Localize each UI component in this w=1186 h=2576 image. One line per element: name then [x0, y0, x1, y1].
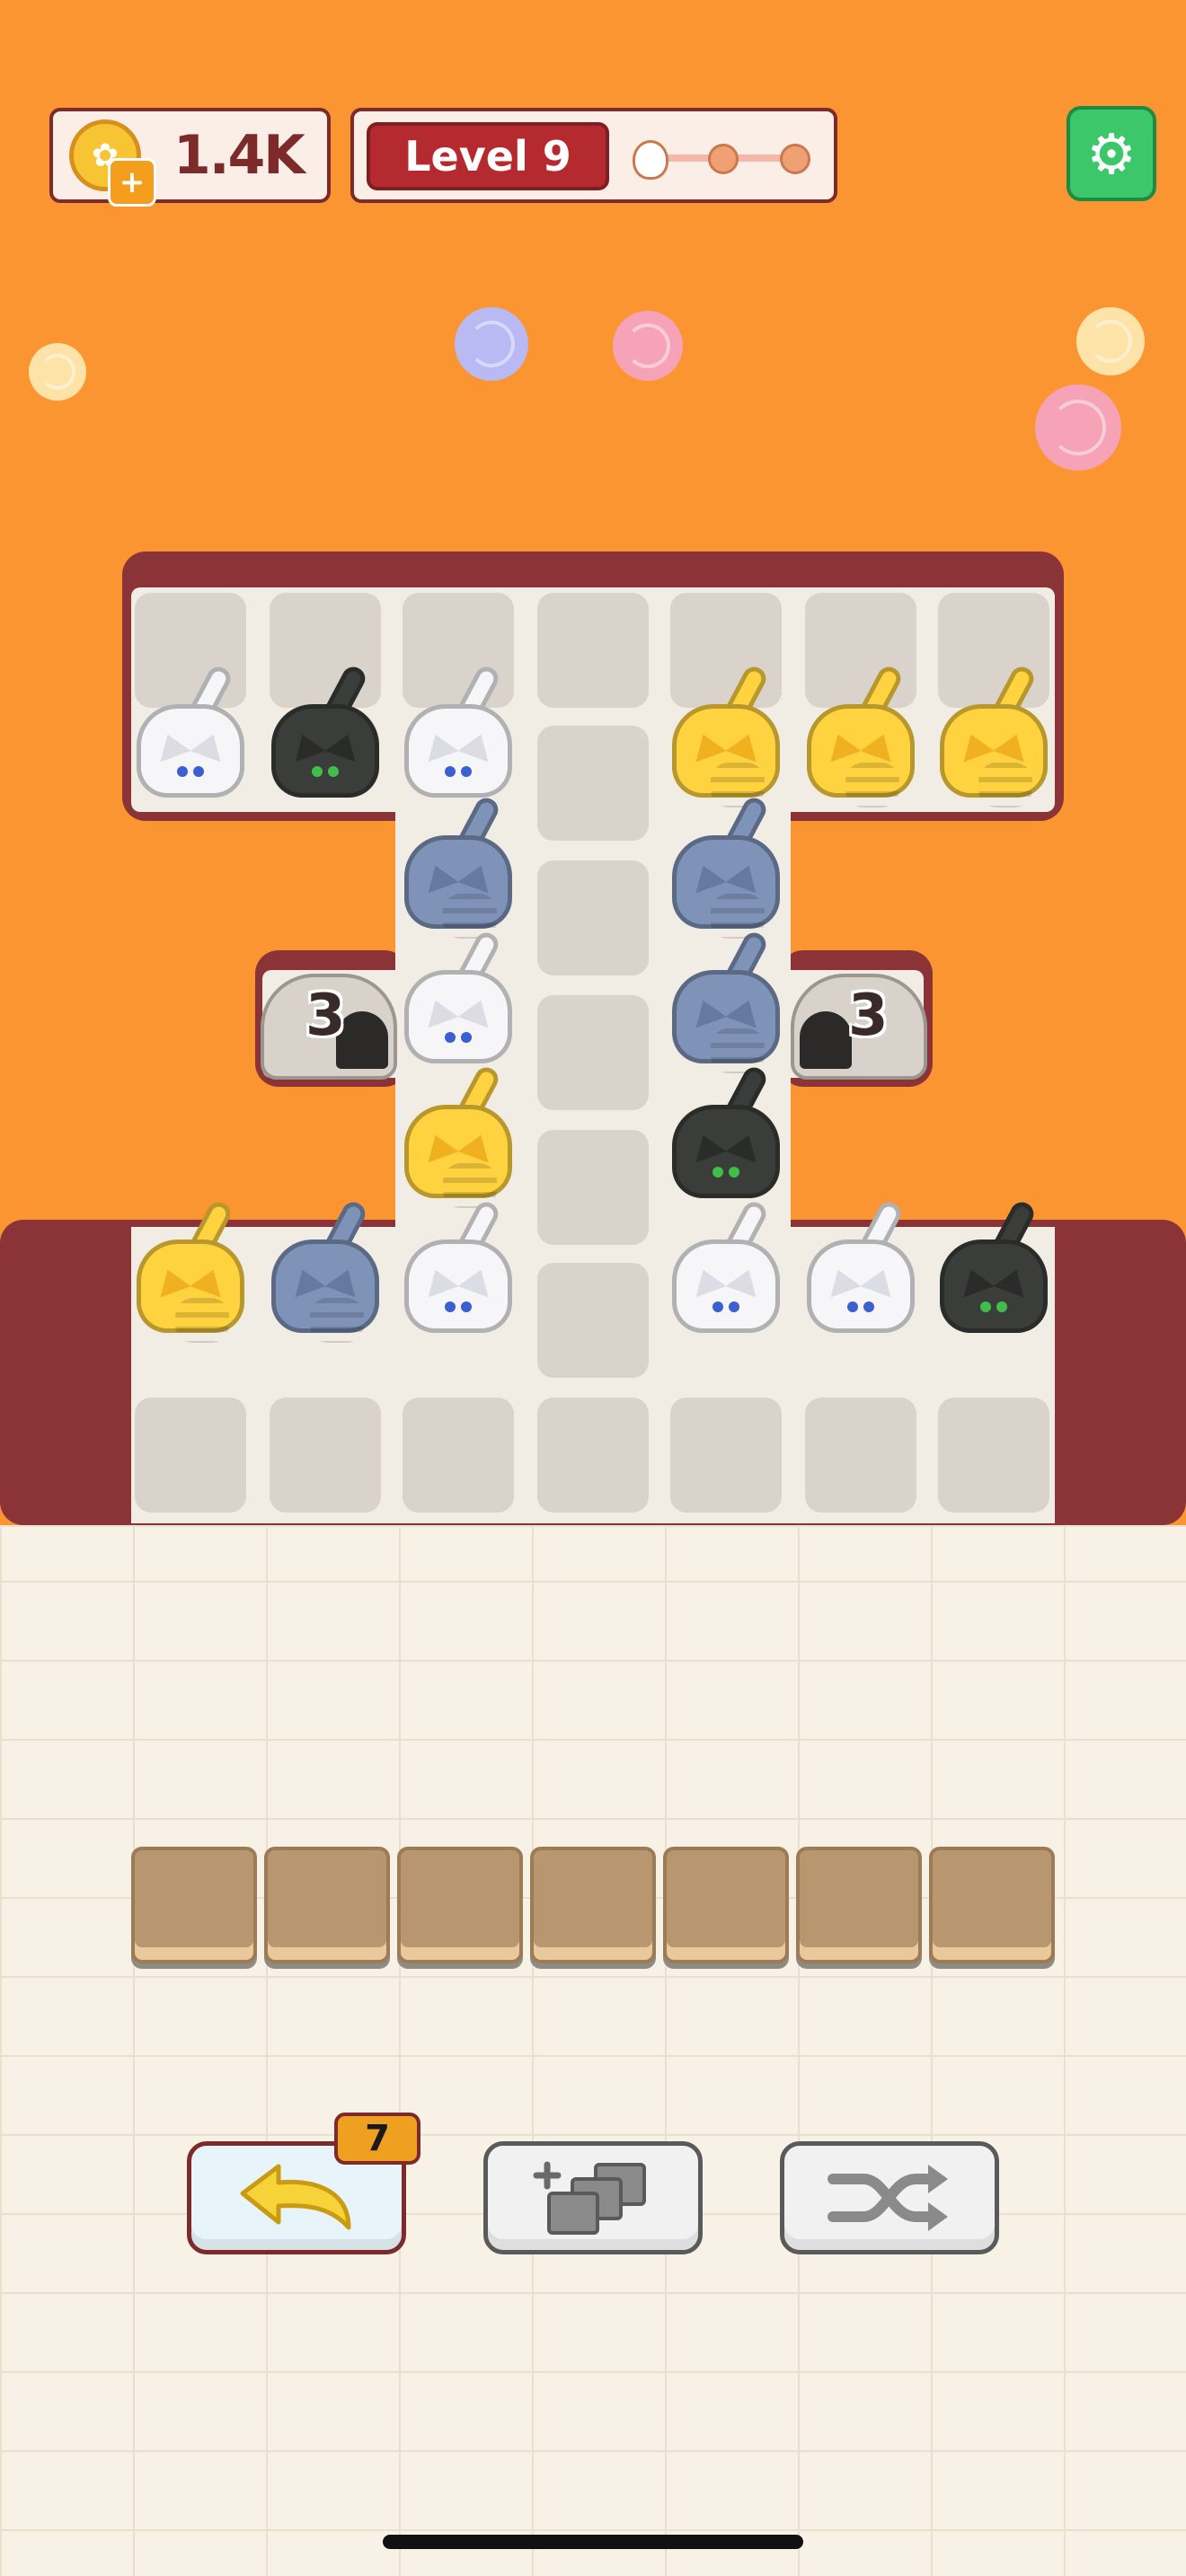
yarn-ball-icon [1035, 384, 1121, 471]
cat-hole-left: 3 [261, 974, 397, 1080]
tray-slot [663, 1847, 789, 1963]
grid-cell [537, 995, 649, 1110]
cat-orange[interactable] [129, 1197, 252, 1343]
cat-orange[interactable] [665, 662, 787, 807]
cat-orange[interactable] [933, 662, 1055, 807]
add-slot-button[interactable] [483, 2141, 703, 2254]
shuffle-icon [828, 2165, 948, 2231]
tray-slot [131, 1847, 257, 1963]
coin-amount: 1.4K [173, 124, 305, 187]
add-coins-button[interactable]: + [108, 158, 156, 207]
grid-cell [537, 726, 649, 841]
grid-cell [670, 1398, 782, 1513]
cat-white[interactable] [397, 1197, 519, 1335]
paw-coin-icon: ✿ + [69, 119, 156, 207]
level-progress [633, 140, 812, 180]
yarn-ball-icon [455, 307, 528, 381]
cat-orange[interactable] [800, 662, 922, 807]
yarn-ball-icon [29, 343, 86, 401]
cat-blue[interactable] [397, 793, 519, 939]
grid-cell [537, 593, 649, 708]
gear-icon: ⚙ [1086, 120, 1137, 187]
board-lower-floor [0, 1525, 1186, 1527]
shuffle-button[interactable] [780, 2141, 999, 2254]
home-indicator[interactable] [383, 2535, 803, 2549]
progress-dot [708, 144, 739, 174]
cat-orange[interactable] [397, 1063, 519, 1208]
cat-blue[interactable] [264, 1197, 386, 1343]
cat-white[interactable] [800, 1197, 922, 1335]
tray-slot [796, 1847, 922, 1963]
cat-white[interactable] [129, 662, 252, 799]
grid-cell [805, 1398, 916, 1513]
yarn-ball-icon [613, 311, 683, 381]
undo-arrow-icon [240, 2164, 351, 2230]
undo-count-badge: 7 [334, 2113, 420, 2165]
grid-cell [135, 1398, 246, 1513]
yarn-ball-icon [1076, 307, 1145, 375]
settings-button[interactable]: ⚙ [1067, 106, 1156, 201]
level-indicator: Level 9 [350, 108, 837, 203]
grid-cell [537, 860, 649, 975]
tray-slot [397, 1847, 523, 1963]
grid-cell [938, 1398, 1049, 1513]
grid-cell [537, 1130, 649, 1245]
cat-white[interactable] [665, 1197, 787, 1335]
add-tiles-icon [533, 2161, 646, 2235]
hole-opening [800, 1011, 852, 1069]
level-label: Level 9 [367, 122, 609, 190]
hole-count: 3 [848, 983, 889, 1049]
tray-slot [530, 1847, 656, 1963]
cat-head-icon [633, 140, 668, 180]
cat-white[interactable] [397, 662, 519, 799]
cat-black[interactable] [665, 1063, 787, 1200]
coin-counter[interactable]: ✿ + 1.4K [49, 108, 331, 207]
grid-cell [537, 1263, 649, 1378]
cat-white[interactable] [397, 928, 519, 1065]
progress-dot [780, 144, 810, 174]
grid-cell [537, 1398, 649, 1513]
cat-blue[interactable] [665, 928, 787, 1073]
cat-blue[interactable] [665, 793, 787, 939]
cat-black[interactable] [933, 1197, 1055, 1335]
cat-black[interactable] [264, 662, 386, 799]
tray-slot [929, 1847, 1055, 1963]
hole-count: 3 [305, 983, 346, 1049]
cat-hole-right: 3 [791, 974, 927, 1080]
grid-cell [403, 1398, 514, 1513]
tray-slot [264, 1847, 390, 1963]
grid-cell [270, 1398, 381, 1513]
